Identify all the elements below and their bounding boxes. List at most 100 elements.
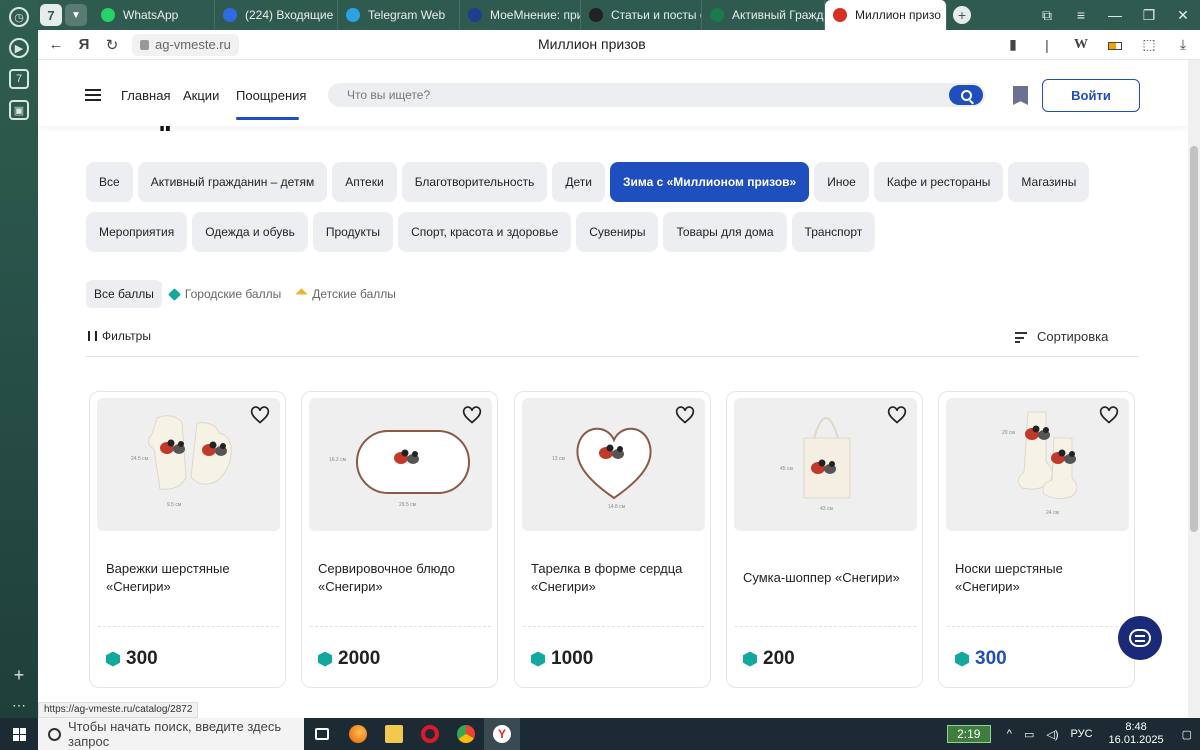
sort-button[interactable]: Сортировка: [1015, 329, 1108, 344]
more-icon[interactable]: ⋯: [9, 695, 29, 715]
tab-bar: 7 ▼ WhatsApp (224) Входящие - П Telegram W…: [38, 0, 1200, 30]
product-image[interactable]: 16.2 см 29.5 см: [309, 398, 492, 531]
category-chip[interactable]: Транспорт: [791, 212, 876, 252]
category-chip[interactable]: Все: [86, 162, 133, 202]
browser-tab[interactable]: Статьи и посты от: [581, 0, 702, 30]
product-card[interactable]: 20 см 24 см Носки шерстяные «Снегири» 300: [938, 391, 1135, 688]
heart-icon[interactable]: [1099, 405, 1119, 425]
category-chip[interactable]: Зима с «Миллионом призов»: [609, 162, 810, 202]
browser-tab[interactable]: (224) Входящие - П: [215, 0, 338, 30]
extensions-icon[interactable]: ⬚: [1132, 36, 1166, 53]
chevron-down-icon[interactable]: ▼: [65, 4, 87, 26]
category-chip[interactable]: Мероприятия: [86, 212, 188, 252]
chevron-up-icon[interactable]: ^: [1007, 728, 1012, 740]
close-icon[interactable]: ✕: [1166, 7, 1200, 24]
wiki-icon[interactable]: W: [1064, 37, 1098, 53]
points-kids[interactable]: Детские баллы: [289, 280, 404, 308]
points-city[interactable]: Городские баллы: [162, 280, 289, 308]
heart-icon[interactable]: [462, 405, 482, 425]
category-chip[interactable]: Кафе и рестораны: [873, 162, 1004, 202]
product-name[interactable]: Носки шерстяные «Снегири»: [955, 558, 1125, 598]
search-button[interactable]: [949, 85, 983, 105]
category-chip[interactable]: Товары для дома: [663, 212, 787, 252]
browser-tab[interactable]: МоеМнение: приз: [460, 0, 581, 30]
product-card[interactable]: 13 см 14.8 см Тарелка в форме сердца «Снег…: [514, 391, 711, 688]
scrollbar-thumb[interactable]: [1190, 146, 1198, 532]
clock[interactable]: 8:48 16.01.2025: [1109, 721, 1164, 747]
product-name[interactable]: Сервировочное блюдо «Снегири»: [318, 558, 488, 598]
volume-icon[interactable]: ◁): [1046, 728, 1058, 741]
heart-icon[interactable]: [887, 405, 907, 425]
category-chip[interactable]: Одежда и обувь: [192, 212, 308, 252]
timer-widget[interactable]: 2:19: [946, 725, 991, 743]
browser-tab[interactable]: WhatsApp: [93, 0, 215, 30]
menu-icon[interactable]: ≡: [1064, 7, 1098, 23]
browser-tab[interactable]: Активный Граждан: [702, 0, 825, 30]
category-chip[interactable]: Аптеки: [332, 162, 397, 202]
search-input[interactable]: Что вы ищете?: [328, 83, 985, 107]
play-icon[interactable]: ▶: [9, 38, 29, 58]
add-panel-icon[interactable]: +: [9, 665, 29, 685]
product-card[interactable]: 45 см 43 см Сумка-шоппер «Снегири» 200: [726, 391, 923, 688]
product-name[interactable]: Тарелка в форме сердца «Снегири»: [531, 558, 701, 598]
notifications-icon[interactable]: ▢: [1182, 728, 1192, 741]
product-image[interactable]: 13 см 14.8 см: [522, 398, 705, 531]
chrome-icon[interactable]: [448, 718, 484, 750]
yandex-icon[interactable]: Я: [70, 36, 98, 53]
category-chip[interactable]: Активный гражданин – детям: [137, 162, 328, 202]
category-chip[interactable]: Сувениры: [576, 212, 659, 252]
nav-home[interactable]: Главная: [121, 88, 170, 103]
taskbar-search[interactable]: Чтобы начать поиск, введите здесь запрос: [38, 718, 304, 750]
heart-icon[interactable]: [250, 405, 270, 425]
new-tab-button[interactable]: +: [953, 6, 971, 24]
history-icon[interactable]: ◷: [9, 7, 29, 27]
browser-tab[interactable]: Telegram Web: [338, 0, 460, 30]
language-indicator[interactable]: РУС: [1071, 728, 1093, 740]
task-view-icon[interactable]: [304, 718, 340, 750]
bookmark-icon[interactable]: ▮: [996, 36, 1030, 53]
chat-button[interactable]: [1118, 616, 1162, 660]
heart-icon[interactable]: [675, 405, 695, 425]
menu-burger-icon[interactable]: [85, 89, 101, 101]
restore-icon[interactable]: ❐: [1132, 7, 1166, 24]
points-all[interactable]: Все баллы: [86, 280, 162, 308]
firefox-icon[interactable]: [340, 718, 376, 750]
network-icon[interactable]: ▭: [1024, 728, 1034, 741]
tab-label: (224) Входящие - П: [245, 8, 337, 22]
minimize-icon[interactable]: —: [1098, 7, 1132, 23]
scrollbar[interactable]: [1188, 60, 1200, 718]
product-name[interactable]: Варежки шерстяные «Снегири»: [106, 558, 276, 598]
product-image[interactable]: 45 см 43 см: [734, 398, 917, 531]
category-chip[interactable]: Благотворительность: [401, 162, 548, 202]
yandex-browser-icon[interactable]: Y: [484, 718, 520, 750]
favorites-icon[interactable]: [1013, 86, 1028, 105]
download-icon[interactable]: ⤓: [1166, 36, 1200, 53]
login-button[interactable]: Войти: [1042, 79, 1140, 112]
browser-tab[interactable]: Миллион призо✕: [825, 0, 947, 30]
tab-count-badge[interactable]: 7: [40, 4, 62, 26]
product-name[interactable]: Сумка-шоппер «Снегири»: [743, 558, 913, 598]
category-chip[interactable]: Дети: [552, 162, 605, 202]
file-explorer-icon[interactable]: [376, 718, 412, 750]
screenshot-icon[interactable]: ▣: [9, 100, 29, 120]
filters-button[interactable]: Фильтры: [88, 329, 151, 343]
product-image[interactable]: 24.5 см 9.5 см: [97, 398, 280, 531]
back-icon[interactable]: ←: [42, 36, 70, 53]
nav-promos[interactable]: Акции: [183, 88, 219, 103]
product-image[interactable]: 20 см 24 см: [946, 398, 1129, 531]
product-card[interactable]: 24.5 см 9.5 см Варежки шерстяные «Снегири»…: [89, 391, 286, 688]
city-points-icon: [743, 651, 757, 667]
category-chip[interactable]: Иное: [814, 162, 869, 202]
category-chip[interactable]: Спорт, красота и здоровье: [398, 212, 572, 252]
nav-rewards[interactable]: Поощрения: [236, 88, 306, 120]
battery-icon[interactable]: [1098, 37, 1132, 53]
reload-icon[interactable]: ↻: [98, 36, 126, 54]
tab-menu-icon[interactable]: ⧉: [1030, 7, 1064, 24]
category-chip[interactable]: Продукты: [312, 212, 394, 252]
calendar-icon[interactable]: 7: [9, 69, 29, 89]
start-button[interactable]: [0, 718, 38, 750]
product-card[interactable]: 16.2 см 29.5 см Сервировочное блюдо «Снеги…: [301, 391, 498, 688]
opera-icon[interactable]: [412, 718, 448, 750]
url-field[interactable]: ag-vmeste.ru: [132, 33, 239, 56]
category-chip[interactable]: Магазины: [1008, 162, 1090, 202]
